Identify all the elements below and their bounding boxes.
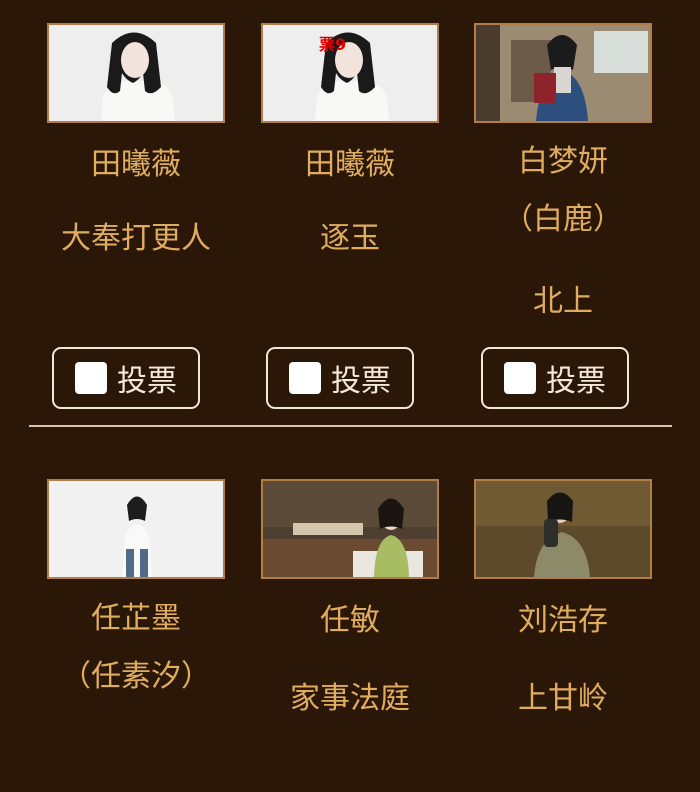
candidate-name: 田曦薇 bbox=[91, 147, 181, 182]
candidate-name: 白梦妍 （白鹿） bbox=[503, 144, 623, 237]
vote-stamp: 票9 bbox=[319, 35, 347, 54]
vote-label: 投票 bbox=[546, 364, 606, 399]
vote-button[interactable]: 投票 bbox=[481, 347, 629, 409]
vote-button[interactable]: 投票 bbox=[52, 347, 200, 409]
vote-checkbox[interactable] bbox=[289, 362, 321, 394]
candidate-photo bbox=[261, 479, 439, 579]
candidate-name: 任芷墨 （任素汐） bbox=[61, 601, 211, 694]
candidate-photo bbox=[474, 479, 652, 579]
section-divider bbox=[29, 425, 672, 427]
vote-checkbox[interactable] bbox=[75, 362, 107, 394]
candidate-role: 上甘岭 bbox=[518, 681, 608, 716]
vote-label: 投票 bbox=[117, 364, 177, 399]
candidate-role: 北上 bbox=[533, 284, 593, 319]
candidate-name: 任敏 bbox=[320, 603, 380, 638]
candidate-photo bbox=[47, 23, 225, 123]
candidate-role: 大奉打更人 bbox=[61, 221, 211, 256]
vote-checkbox[interactable] bbox=[504, 362, 536, 394]
candidate-photo bbox=[261, 23, 439, 123]
candidate-role: 家事法庭 bbox=[290, 681, 410, 716]
vote-label: 投票 bbox=[331, 364, 391, 399]
vote-button[interactable]: 投票 bbox=[266, 347, 414, 409]
candidate-name: 刘浩存 bbox=[518, 603, 608, 638]
candidate-role: 逐玉 bbox=[320, 221, 380, 256]
candidate-photo bbox=[47, 479, 225, 579]
candidate-name: 田曦薇 bbox=[305, 147, 395, 182]
candidate-photo bbox=[474, 23, 652, 123]
